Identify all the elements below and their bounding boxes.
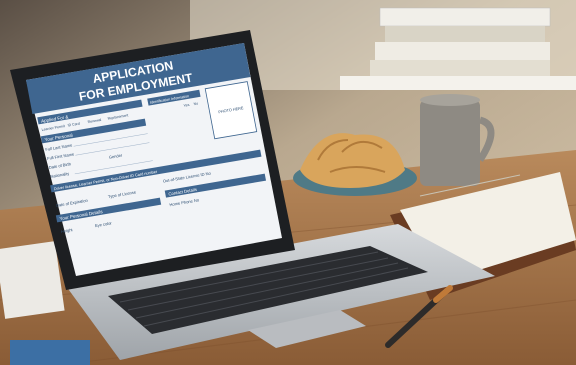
photo-scene: APPLICATION FOR EMPLOYMENT Applied For &… xyxy=(0,0,576,365)
no-label: No xyxy=(193,101,198,106)
blue-paper xyxy=(10,340,90,365)
paper-corner xyxy=(0,241,65,319)
